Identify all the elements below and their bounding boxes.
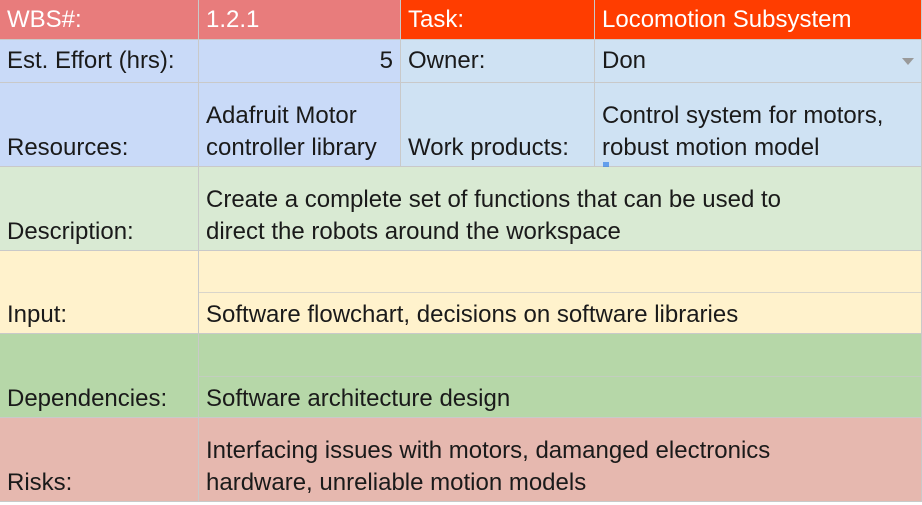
risks-value: Interfacing issues with motors, damanged… — [206, 437, 771, 496]
wbs-value-cell[interactable]: 1.2.1 — [199, 0, 401, 40]
risks-value-cell[interactable]: Interfacing issues with motors, damanged… — [199, 418, 922, 502]
task-value-cell[interactable]: Locomotion Subsystem — [595, 0, 922, 40]
input-value: Software flowchart, decisions on softwar… — [206, 301, 739, 328]
owner-label: Owner: — [408, 47, 486, 74]
effort-value-cell[interactable]: 5 — [199, 40, 401, 83]
dependencies-value: Software architecture design — [206, 385, 511, 412]
work-products-value: Control system for motors, robust motion… — [602, 102, 884, 161]
input-label-cell[interactable]: Input: — [0, 251, 199, 334]
wbs-label: WBS#: — [7, 5, 82, 33]
task-label-cell[interactable]: Task: — [401, 0, 595, 40]
owner-label-cell[interactable]: Owner: — [401, 40, 595, 83]
description-label-cell[interactable]: Description: — [0, 167, 199, 251]
wbs-value: 1.2.1 — [206, 5, 260, 33]
wbs-label-cell[interactable]: WBS#: — [0, 0, 199, 40]
risks-label-cell[interactable]: Risks: — [0, 418, 199, 502]
effort-label: Est. Effort (hrs): — [7, 47, 175, 74]
work-products-label: Work products: — [408, 134, 569, 161]
resources-value-cell[interactable]: Adafruit Motor controller library — [199, 83, 401, 167]
owner-value-cell[interactable]: Don — [595, 40, 922, 83]
dependencies-label: Dependencies: — [7, 385, 168, 412]
task-label: Task: — [408, 5, 465, 33]
owner-value: Don — [602, 47, 647, 74]
effort-label-cell[interactable]: Est. Effort (hrs): — [0, 40, 199, 83]
wbs-sheet: WBS#: 1.2.1 Task: Locomotion Subsystem E… — [0, 0, 922, 505]
chevron-down-icon[interactable] — [902, 58, 914, 65]
description-label: Description: — [7, 218, 134, 245]
dependencies-label-cell[interactable]: Dependencies: — [0, 334, 199, 418]
description-value: Create a complete set of functions that … — [206, 186, 782, 245]
input-inner-gridline — [199, 292, 922, 293]
resources-value: Adafruit Motor controller library — [206, 102, 377, 161]
resources-label: Resources: — [7, 134, 129, 161]
dependencies-inner-gridline — [199, 376, 922, 377]
work-products-value-cell[interactable]: Control system for motors, robust motion… — [595, 83, 922, 167]
input-label: Input: — [7, 301, 68, 328]
task-value: Locomotion Subsystem — [602, 5, 852, 33]
resources-label-cell[interactable]: Resources: — [0, 83, 199, 167]
risks-label: Risks: — [7, 469, 73, 496]
selection-fill-handle[interactable] — [603, 162, 609, 167]
work-products-label-cell[interactable]: Work products: — [401, 83, 595, 167]
description-value-cell[interactable]: Create a complete set of functions that … — [199, 167, 922, 251]
effort-value: 5 — [379, 47, 393, 74]
